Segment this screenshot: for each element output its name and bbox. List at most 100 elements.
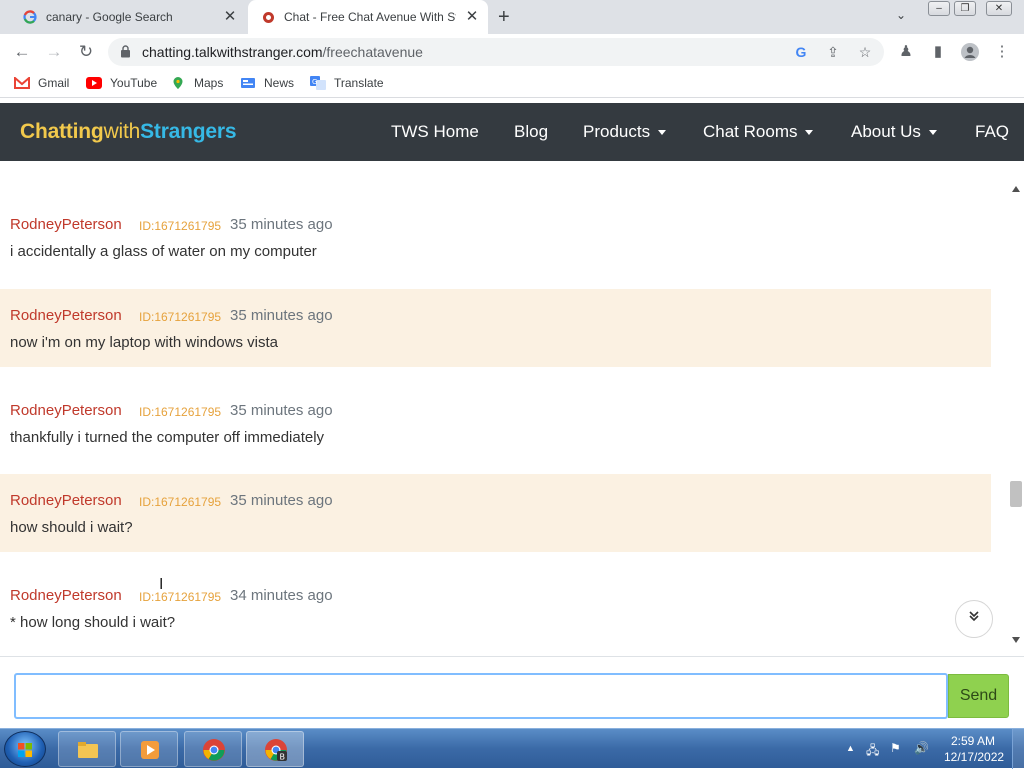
taskbar-chrome[interactable] — [184, 731, 242, 767]
show-hidden-icons-icon[interactable]: ▲ — [846, 743, 855, 753]
back-arrow-icon[interactable]: ← — [12, 42, 32, 62]
forward-arrow-icon[interactable]: → — [44, 42, 64, 62]
folder-icon — [78, 742, 98, 758]
message-timestamp: 35 minutes ago — [230, 307, 333, 324]
message-user-id: ID:1671261795 — [139, 495, 222, 509]
close-tab-icon[interactable]: ✕ — [222, 9, 238, 25]
message-text: thankfully i turned the computer off imm… — [10, 429, 325, 446]
message-input[interactable] — [14, 673, 948, 719]
browser-tab-strip: canary - Google Search ✕ Chat - Free Cha… — [0, 0, 1024, 34]
message-timestamp: 35 minutes ago — [230, 402, 333, 419]
media-player-icon — [141, 741, 159, 759]
nav-chat-rooms[interactable]: Chat Rooms — [703, 122, 814, 142]
bookmark-star-icon[interactable]: ☆ — [856, 43, 874, 61]
restore-window-button[interactable]: ❐ — [954, 1, 976, 16]
chat-message-list[interactable]: RodneyPeterson ID:1671261795 35 minutes … — [0, 161, 1008, 649]
message-username[interactable]: RodneyPeterson — [10, 216, 122, 233]
message-timestamp: 34 minutes ago — [230, 587, 333, 604]
message-username[interactable]: RodneyPeterson — [10, 307, 122, 324]
tab-search-chevron-icon[interactable]: ⌄ — [896, 8, 906, 22]
taskbar-media-player[interactable] — [120, 731, 178, 767]
bookmark-label: Gmail — [38, 76, 70, 90]
bookmark-maps[interactable]: Maps — [170, 76, 223, 90]
google-g-icon — [22, 9, 38, 25]
message-username[interactable]: RodneyPeterson — [10, 402, 122, 419]
chat-message: RodneyPeterson ID:1671261795 35 minutes … — [0, 289, 991, 367]
windows-taskbar: B ▲ 🖧 ⚑ 🔊 2:59 AM 12/17/2022 — [0, 728, 1024, 769]
network-icon[interactable]: 🖧 — [866, 741, 879, 762]
chrome-canary-icon: B — [265, 739, 287, 762]
double-chevron-down-icon — [969, 611, 979, 622]
scroll-to-bottom-button[interactable] — [955, 600, 993, 638]
tab-google-search[interactable]: canary - Google Search ✕ — [10, 0, 246, 34]
reload-icon[interactable]: ↻ — [76, 42, 96, 62]
profile-avatar-icon[interactable] — [960, 42, 980, 62]
message-user-id: ID:1671261795 — [139, 590, 222, 604]
site-navbar: ChattingwithStrangers TWS Home Blog Prod… — [0, 103, 1024, 161]
youtube-icon — [86, 76, 102, 90]
url-path: /freechatavenue — [322, 44, 423, 60]
close-tab-icon[interactable]: ✕ — [464, 9, 480, 25]
logo-text-part: with — [103, 120, 141, 143]
caret-down-icon — [805, 130, 814, 136]
nav-about-us[interactable]: About Us — [851, 122, 937, 142]
scroll-up-arrow-icon[interactable] — [1012, 186, 1020, 192]
chat-message: RodneyPeterson ID:1671261795 35 minutes … — [0, 198, 991, 276]
action-center-flag-icon[interactable]: ⚑ — [890, 741, 901, 755]
volume-icon[interactable]: 🔊 — [914, 741, 929, 755]
nav-blog[interactable]: Blog — [514, 122, 548, 142]
new-tab-button[interactable]: + — [498, 7, 510, 27]
side-panel-icon[interactable]: ▮ — [928, 42, 948, 62]
message-username[interactable]: RodneyPeterson — [10, 492, 122, 509]
start-button[interactable] — [4, 731, 46, 767]
bookmark-gmail[interactable]: Gmail — [14, 76, 69, 90]
message-timestamp: 35 minutes ago — [230, 216, 333, 233]
google-lens-icon[interactable]: G — [792, 43, 810, 61]
nav-faq[interactable]: FAQ — [975, 122, 1009, 142]
url-domain: chatting.talkwithstranger.com — [142, 44, 323, 60]
scroll-down-arrow-icon[interactable] — [1012, 637, 1020, 643]
bookmark-label: News — [264, 76, 295, 90]
system-clock[interactable]: 2:59 AM 12/17/2022 — [944, 733, 1005, 765]
nav-label: Products — [583, 122, 651, 141]
extensions-icon[interactable]: ♟ — [896, 42, 916, 62]
chat-message: RodneyPeterson ID:1671261795 35 minutes … — [0, 384, 991, 462]
message-username[interactable]: RodneyPeterson — [10, 587, 122, 604]
tab-title: canary - Google Search — [46, 10, 173, 24]
close-window-button[interactable]: ✕ — [986, 1, 1012, 16]
bookmark-label: YouTube — [110, 76, 158, 90]
chrome-icon — [203, 739, 225, 761]
maps-icon — [170, 76, 186, 90]
lock-icon — [120, 45, 131, 58]
clock-date: 12/17/2022 — [944, 750, 1005, 764]
taskbar-explorer[interactable] — [58, 731, 116, 767]
chat-message: RodneyPeterson ID:1671261795 34 minutes … — [0, 569, 991, 647]
message-text: * how long should i wait? — [10, 614, 176, 631]
show-desktop-button[interactable] — [1012, 729, 1024, 769]
scrollbar-thumb[interactable] — [1010, 481, 1022, 507]
tab-chat-active[interactable]: Chat - Free Chat Avenue With Str ✕ — [248, 0, 488, 34]
minimize-window-button[interactable]: – — [928, 1, 950, 16]
caret-down-icon — [928, 130, 937, 136]
logo-text-part: Chatting — [20, 120, 104, 143]
address-bar[interactable]: chatting.talkwithstranger.com/freechatav… — [108, 38, 884, 66]
bookmark-youtube[interactable]: YouTube — [86, 76, 157, 90]
bookmarks-bar: Gmail YouTube Maps News G Translate — [0, 70, 1024, 98]
bookmark-label: Maps — [194, 76, 224, 90]
taskbar-chrome-canary[interactable]: B — [246, 731, 304, 767]
gmail-icon — [14, 76, 30, 90]
bookmark-news[interactable]: News — [240, 76, 294, 90]
message-text: how should i wait? — [10, 519, 133, 536]
chat-scrollbar[interactable] — [1008, 183, 1024, 649]
share-icon[interactable]: ⇪ — [824, 43, 842, 61]
message-text: now i'm on my laptop with windows vista — [10, 334, 278, 351]
url-text: chatting.talkwithstranger.com/freechatav… — [142, 44, 423, 60]
send-button[interactable]: Send — [948, 674, 1009, 718]
message-user-id: ID:1671261795 — [139, 405, 222, 419]
more-menu-icon[interactable]: ⋮ — [992, 42, 1012, 62]
bookmark-translate[interactable]: G Translate — [310, 76, 384, 90]
site-logo[interactable]: ChattingwithStrangers — [20, 120, 237, 144]
nav-tws-home[interactable]: TWS Home — [391, 122, 479, 142]
message-user-id: ID:1671261795 — [139, 310, 222, 324]
nav-products[interactable]: Products — [583, 122, 667, 142]
